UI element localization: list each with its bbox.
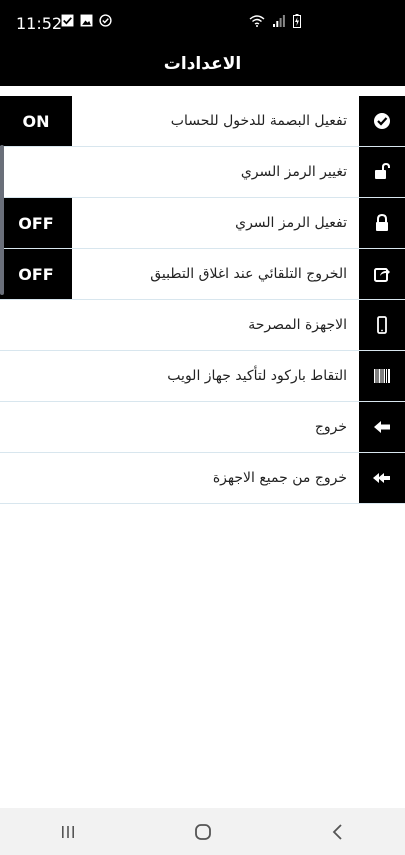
setting-logout-all-devices[interactable]: خروج من جميع الاجهزة [0, 453, 405, 504]
setting-label: تفعيل الرمز السري [235, 215, 347, 231]
setting-label: الاجهزة المصرحة [248, 317, 347, 333]
share-exit-icon [374, 268, 390, 282]
setting-label: تفعيل البصمة للدخول للحساب [170, 113, 347, 129]
recent-apps-button[interactable] [43, 808, 93, 855]
unlock-icon [375, 162, 390, 179]
lock-icon [376, 213, 388, 231]
mobile-icon [377, 316, 387, 334]
status-bar: 11:52 [0, 0, 405, 42]
settings-list: ON تفعيل البصمة للدخول للحساب تغيير الرم… [0, 96, 405, 504]
back-button[interactable] [313, 808, 363, 855]
scrollbar[interactable] [0, 145, 4, 295]
double-arrow-left-icon [373, 473, 390, 483]
setting-label: خروج [314, 419, 347, 435]
home-icon [194, 823, 211, 840]
wifi-icon [249, 15, 265, 27]
arrow-left-icon [374, 421, 390, 433]
setting-label: تغيير الرمز السري [240, 164, 347, 180]
back-icon [332, 823, 342, 840]
page-title: الاعدادات [163, 54, 242, 74]
image-notification-icon [80, 14, 93, 27]
status-time: 11:52 [16, 14, 63, 33]
checkbox-notification-icon [61, 14, 74, 27]
fingerprint-toggle[interactable]: ON [0, 96, 72, 146]
setting-fingerprint-login[interactable]: ON تفعيل البصمة للدخول للحساب [0, 96, 405, 147]
check-circle-icon [99, 14, 112, 27]
signal-icon [273, 15, 285, 27]
pin-toggle[interactable]: OFF [0, 198, 72, 248]
setting-label: خروج من جميع الاجهزة [212, 470, 347, 486]
setting-change-pin[interactable]: تغيير الرمز السري [0, 147, 405, 198]
navigation-bar [0, 808, 405, 855]
setting-logout[interactable]: خروج [0, 402, 405, 453]
setting-label: التقاط باركود لتأكيد جهاز الويب [167, 368, 347, 384]
app-header: الاعدادات [0, 42, 405, 86]
setting-auto-logout[interactable]: OFF الخروج التلقائي عند اغلاق التطبيق [0, 249, 405, 300]
auto-logout-toggle[interactable]: OFF [0, 249, 72, 299]
check-circle-icon [374, 113, 390, 129]
setting-scan-barcode[interactable]: التقاط باركود لتأكيد جهاز الويب [0, 351, 405, 402]
setting-label: الخروج التلقائي عند اغلاق التطبيق [150, 266, 347, 282]
barcode-icon [374, 369, 390, 383]
setting-authorized-devices[interactable]: الاجهزة المصرحة [0, 300, 405, 351]
recent-apps-icon [61, 825, 74, 838]
setting-enable-pin[interactable]: OFF تفعيل الرمز السري [0, 198, 405, 249]
battery-charging-icon [293, 14, 301, 28]
home-button[interactable] [178, 808, 228, 855]
